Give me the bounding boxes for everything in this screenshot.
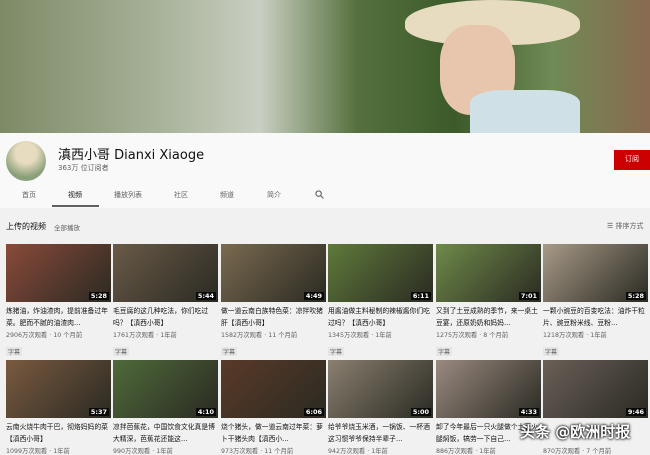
- subtitles-badge: 字幕: [328, 347, 345, 356]
- subtitles-badge: 字幕: [113, 347, 130, 356]
- channel-header: 滇西小哥 Dianxi Xiaoge 363万 位订阅者 订阅 首页 视频 播放…: [0, 133, 650, 208]
- subtitles-badge: 字幕: [436, 347, 453, 356]
- video-thumbnail[interactable]: 7:01: [436, 244, 541, 302]
- play-all-link[interactable]: 全部播放: [54, 222, 80, 232]
- video-card[interactable]: 5:00 给爷爷烧玉米酒，一锅饭、一杯酒这习惯爷爷保持半辈子... 942万次观…: [328, 360, 433, 455]
- video-thumbnail[interactable]: 5:28: [543, 244, 648, 302]
- video-thumbnail[interactable]: 4:49: [221, 244, 326, 302]
- video-title[interactable]: 烧个猪头，做一道云南过年菜：萝卜干猪头肉【滇西小...: [221, 421, 326, 445]
- channel-name: 滇西小哥 Dianxi Xiaoge: [58, 148, 205, 163]
- subtitles-badge: 字幕: [6, 347, 23, 356]
- tab-community[interactable]: 社区: [174, 190, 188, 200]
- tab-about[interactable]: 简介: [267, 190, 281, 200]
- video-card[interactable]: 4:10 凉拌芭蕉花，中国饮食文化真是博大精深，芭蕉花还能这... 990万次观…: [113, 360, 218, 455]
- video-duration: 9:46: [625, 408, 646, 416]
- video-duration: 5:44: [195, 292, 216, 300]
- video-duration: 5:37: [88, 408, 109, 416]
- video-thumbnail[interactable]: 6:06: [221, 360, 326, 418]
- video-thumbnail[interactable]: 4:33: [436, 360, 541, 418]
- video-thumbnail[interactable]: 4:10: [113, 360, 218, 418]
- video-views: 1275万次观看 · 8 个月前: [436, 332, 509, 339]
- tab-videos[interactable]: 视频: [68, 190, 82, 200]
- subtitles-badge: 字幕: [543, 347, 560, 356]
- video-duration: 5:00: [410, 408, 431, 416]
- video-card[interactable]: 7:01 又到了土豆成熟的季节，来一桌土豆宴，还原奶奶和妈妈... 1275万次…: [436, 244, 541, 358]
- video-card[interactable]: 4:49 做一道云南白族特色菜：凉拌吹猪肝【滇西小哥】 1582万次观看 · 1…: [221, 244, 326, 358]
- watermark: 头条 @欧洲时报: [520, 423, 631, 441]
- video-duration: 5:28: [88, 292, 109, 300]
- tab-playlists[interactable]: 播放列表: [114, 190, 142, 200]
- tab-channels[interactable]: 频道: [220, 190, 234, 200]
- video-thumbnail[interactable]: 5:00: [328, 360, 433, 418]
- video-card[interactable]: 5:37 云南火烧牛肉干巴，彻烙妈妈的菜【滇西小哥】 1099万次观看 · 1年…: [6, 360, 111, 455]
- video-duration: 6:06: [303, 408, 324, 416]
- sort-icon: ☰: [607, 222, 616, 230]
- video-title[interactable]: 一颗小豌豆的百变吃法：油炸干粒片、豌豆粉米线、豆粉...: [543, 305, 648, 329]
- video-views: 1218万次观看 · 1年前: [543, 332, 607, 339]
- tab-home[interactable]: 首页: [22, 190, 36, 200]
- video-views: 1582万次观看 · 11 个月前: [221, 332, 298, 339]
- video-title[interactable]: 云南火烧牛肉干巴，彻烙妈妈的菜【滇西小哥】: [6, 421, 111, 445]
- video-thumbnail[interactable]: 5:28: [6, 244, 111, 302]
- active-tab-indicator: [52, 205, 99, 207]
- search-icon[interactable]: [315, 190, 324, 199]
- video-duration: 5:28: [625, 292, 646, 300]
- video-duration: 4:33: [518, 408, 539, 416]
- sort-label: 排序方式: [615, 222, 644, 230]
- video-card[interactable]: 6:11 用酱油做主料秘制的辣椒酱你们吃过吗？【滇西小哥】 1345万次观看 ·…: [328, 244, 433, 358]
- video-card[interactable]: 5:28 一颗小豌豆的百变吃法：油炸干粒片、豌豆粉米线、豆粉... 1218万次…: [543, 244, 648, 358]
- video-thumbnail[interactable]: 5:44: [113, 244, 218, 302]
- video-views: 1761万次观看 · 1年前: [113, 332, 177, 339]
- video-views: 1345万次观看 · 1年前: [328, 332, 392, 339]
- video-card[interactable]: 5:44 毛豆腐的这几种吃法，你们吃过吗？【滇西小哥】 1761万次观看 · 1…: [113, 244, 218, 358]
- subscriber-count: 363万 位订阅者: [58, 164, 109, 172]
- video-title[interactable]: 又到了土豆成熟的季节，来一桌土豆宴，还原奶奶和妈妈...: [436, 305, 541, 329]
- video-title[interactable]: 炼猪油，炸油渣肉，提前准备过年菜。肥而不腻的油渣肉...: [6, 305, 111, 329]
- avatar[interactable]: [6, 141, 46, 181]
- video-thumbnail[interactable]: 6:11: [328, 244, 433, 302]
- video-title[interactable]: 做一道云南白族特色菜：凉拌吹猪肝【滇西小哥】: [221, 305, 326, 329]
- subtitles-badge: 字幕: [221, 347, 238, 356]
- video-title[interactable]: 用酱油做主料秘制的辣椒酱你们吃过吗？【滇西小哥】: [328, 305, 433, 329]
- video-title[interactable]: 给爷爷烧玉米酒，一锅饭、一杯酒这习惯爷爷保持半辈子...: [328, 421, 433, 445]
- video-views: 2906万次观看 · 10 个月前: [6, 332, 83, 339]
- video-duration: 6:11: [410, 292, 431, 300]
- video-title[interactable]: 毛豆腐的这几种吃法，你们吃过吗？【滇西小哥】: [113, 305, 218, 329]
- video-card[interactable]: 6:06 烧个猪头，做一道云南过年菜：萝卜干猪头肉【滇西小... 973万次观看…: [221, 360, 326, 455]
- video-card[interactable]: 5:28 炼猪油，炸油渣肉，提前准备过年菜。肥而不腻的油渣肉... 2906万次…: [6, 244, 111, 358]
- channel-banner: [0, 0, 650, 133]
- sort-button[interactable]: ☰ 排序方式: [607, 221, 644, 231]
- video-duration: 7:01: [518, 292, 539, 300]
- video-title[interactable]: 凉拌芭蕉花，中国饮食文化真是博大精深，芭蕉花还能这...: [113, 421, 218, 445]
- video-duration: 4:10: [195, 408, 216, 416]
- video-duration: 4:49: [303, 292, 324, 300]
- subscribe-button[interactable]: 订阅: [614, 150, 650, 170]
- video-thumbnail[interactable]: 9:46: [543, 360, 648, 418]
- video-thumbnail[interactable]: 5:37: [6, 360, 111, 418]
- section-title: 上传的视频: [6, 222, 46, 231]
